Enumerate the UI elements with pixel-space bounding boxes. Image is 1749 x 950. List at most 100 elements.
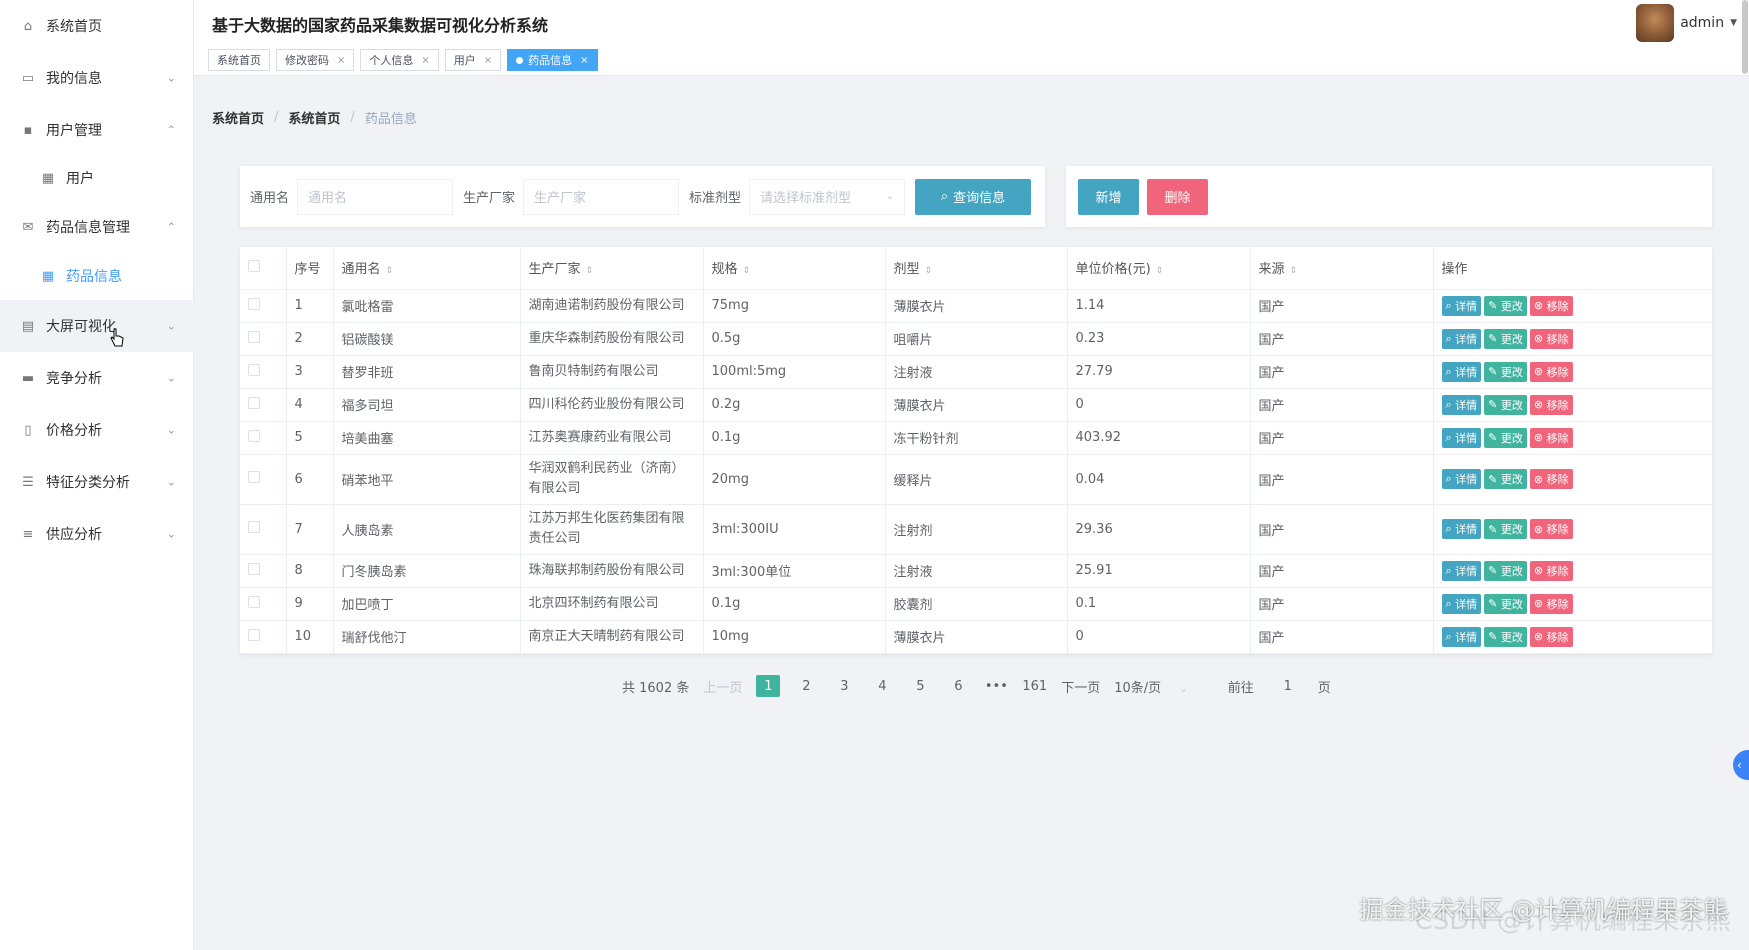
row-checkbox[interactable]	[248, 471, 260, 483]
table-row[interactable]: 10 瑞舒伐他汀 南京正大天晴制药有限公司 10mg 薄膜衣片 0 国产 ⌕ 详情 ✎ 更改 ⊗ …	[240, 620, 1712, 654]
query-button[interactable]: ⌕ 查询信息	[915, 178, 1032, 215]
page-number[interactable]: 5	[908, 675, 932, 697]
table-row[interactable]: 3 替罗非班 鲁南贝特制药有限公司 100ml:5mg 注射液 27.79 国产 ⌕ 详情 ✎ …	[240, 355, 1712, 389]
sort-icon[interactable]: ⇕	[386, 266, 394, 276]
form-select[interactable]: 请选择标准剂型 ⌄	[749, 178, 906, 215]
sort-icon[interactable]: ⇕	[925, 266, 933, 276]
breadcrumb-item[interactable]: 系统首页	[212, 108, 264, 127]
sidebar-item-big-screen[interactable]: ▤ 大屏可视化 ⌄	[0, 300, 194, 352]
sidebar-item-home[interactable]: ⌂ 系统首页	[0, 0, 194, 52]
row-checkbox[interactable]	[248, 330, 260, 343]
remove-button[interactable]: ⊗ 移除	[1529, 560, 1573, 581]
sidebar-item-supply[interactable]: ≡ 供应分析 ⌄	[0, 508, 194, 560]
page-number-last[interactable]: 161	[1022, 675, 1047, 697]
detail-button[interactable]: ⌕ 详情	[1441, 469, 1482, 489]
maker-input[interactable]: 生产厂家	[523, 178, 680, 215]
detail-button[interactable]: ⌕ 详情	[1441, 427, 1482, 448]
remove-button[interactable]: ⊗ 移除	[1529, 394, 1573, 415]
delete-button[interactable]: 删除	[1147, 178, 1208, 215]
tab-users[interactable]: 用户 ×	[444, 49, 502, 71]
scrollbar[interactable]	[1742, 0, 1748, 74]
table-row[interactable]: 2 铝碳酸镁 重庆华森制药股份有限公司 0.5g 咀嚼片 0.23 国产 ⌕ 详情 ✎ 更改 ⊗ …	[240, 322, 1712, 356]
sidebar-item-drug-management[interactable]: ✉ 药品信息管理 ⌃	[0, 201, 194, 253]
edit-button[interactable]: ✎ 更改	[1484, 328, 1527, 349]
edit-button[interactable]: ✎ 更改	[1484, 427, 1527, 448]
table-row[interactable]: 4 福多司坦 四川科伦药业股份有限公司 0.2g 薄膜衣片 0 国产 ⌕ 详情 ✎ 更改 ⊗ 移除	[240, 388, 1712, 422]
goto-page-input[interactable]: 1	[1268, 673, 1308, 699]
sort-icon[interactable]: ⇕	[1290, 266, 1298, 276]
next-page-button[interactable]: 下一页	[1061, 677, 1100, 696]
edit-button[interactable]: ✎ 更改	[1484, 519, 1527, 539]
remove-button[interactable]: ⊗ 移除	[1529, 295, 1573, 316]
page-number[interactable]: 1	[756, 675, 781, 697]
remove-button[interactable]: ⊗ 移除	[1529, 626, 1573, 647]
header-form[interactable]: 剂型 ⇕	[884, 247, 1067, 290]
tab-change-password[interactable]: 修改密码 ×	[276, 49, 355, 71]
edit-button[interactable]: ✎ 更改	[1484, 394, 1527, 415]
detail-button[interactable]: ⌕ 详情	[1441, 626, 1482, 647]
row-checkbox[interactable]	[248, 628, 260, 641]
header-spec[interactable]: 规格 ⇕	[702, 247, 885, 290]
sidebar-item-my-info[interactable]: ▭ 我的信息 ⌄	[0, 52, 194, 104]
edit-button[interactable]: ✎ 更改	[1484, 560, 1527, 581]
avatar[interactable]	[1636, 4, 1675, 42]
table-row[interactable]: 5 培美曲塞 江苏奥赛康药业有限公司 0.1g 冻干粉针剂 403.92 国产 ⌕ 详情 ✎ 更…	[240, 421, 1712, 455]
sidebar-item-user-management[interactable]: ▪ 用户管理 ⌃	[0, 104, 194, 156]
detail-button[interactable]: ⌕ 详情	[1441, 593, 1482, 614]
detail-button[interactable]: ⌕ 详情	[1441, 394, 1482, 415]
sidebar-item-drug-info[interactable]: ▦ 药品信息	[0, 250, 194, 302]
close-icon[interactable]: ×	[484, 55, 492, 66]
page-number[interactable]: 4	[870, 675, 894, 697]
header-price[interactable]: 单位价格(元) ⇕	[1066, 247, 1250, 290]
page-number[interactable]: 2	[794, 675, 818, 697]
remove-button[interactable]: ⊗ 移除	[1529, 593, 1573, 614]
row-checkbox[interactable]	[248, 396, 260, 409]
close-icon[interactable]: ×	[580, 55, 588, 66]
sidebar-item-price[interactable]: ▯ 价格分析 ⌄	[0, 404, 194, 456]
table-row[interactable]: 1 氯吡格雷 湖南迪诺制药股份有限公司 75mg 薄膜衣片 1.14 国产 ⌕ 详情 ✎ 更改 ⊗…	[240, 289, 1712, 323]
page-number[interactable]: 6	[946, 675, 970, 697]
edit-button[interactable]: ✎ 更改	[1484, 593, 1527, 614]
sort-icon[interactable]: ⇕	[743, 266, 751, 276]
edit-button[interactable]: ✎ 更改	[1484, 626, 1527, 647]
header-name[interactable]: 通用名 ⇕	[332, 247, 520, 290]
collapse-panel-button[interactable]: ‹	[1733, 750, 1749, 780]
remove-button[interactable]: ⊗ 移除	[1529, 469, 1573, 489]
edit-button[interactable]: ✎ 更改	[1484, 469, 1527, 489]
table-row[interactable]: 6 硝苯地平 华润双鹤利民药业（济南）有限公司 20mg 缓释片 0.04 国产 ⌕ 详情 ✎ …	[240, 454, 1712, 505]
more-pages-icon[interactable]: •••	[984, 675, 1008, 697]
tab-personal-info[interactable]: 个人信息 ×	[360, 49, 439, 71]
row-checkbox[interactable]	[248, 429, 260, 442]
page-number[interactable]: 3	[832, 675, 856, 697]
close-icon[interactable]: ×	[337, 55, 345, 66]
detail-button[interactable]: ⌕ 详情	[1441, 361, 1482, 382]
add-button[interactable]: 新增	[1078, 178, 1139, 215]
close-icon[interactable]: ×	[421, 55, 429, 66]
edit-button[interactable]: ✎ 更改	[1484, 361, 1527, 382]
sidebar-item-competition[interactable]: ▬ 竞争分析 ⌄	[0, 352, 194, 404]
sidebar-item-features[interactable]: ☰ 特征分类分析 ⌄	[0, 456, 194, 508]
detail-button[interactable]: ⌕ 详情	[1441, 519, 1482, 539]
row-checkbox[interactable]	[248, 595, 260, 608]
name-input[interactable]: 通用名	[297, 178, 454, 215]
row-checkbox[interactable]	[248, 562, 260, 575]
sidebar-item-users[interactable]: ▦ 用户	[0, 152, 194, 204]
row-checkbox[interactable]	[248, 297, 260, 310]
table-row[interactable]: 7 人胰岛素 江苏万邦生化医药集团有限责任公司 3ml:300IU 注射剂 29.36 国产…	[240, 504, 1712, 555]
sort-icon[interactable]: ⇕	[586, 266, 594, 276]
tab-drug-info[interactable]: 药品信息 ×	[507, 49, 598, 71]
detail-button[interactable]: ⌕ 详情	[1441, 560, 1482, 581]
sort-icon[interactable]: ⇕	[1156, 266, 1164, 276]
prev-page-button[interactable]: 上一页	[703, 677, 742, 696]
remove-button[interactable]: ⊗ 移除	[1529, 361, 1573, 382]
edit-button[interactable]: ✎ 更改	[1484, 295, 1527, 316]
header-maker[interactable]: 生产厂家 ⇕	[519, 247, 703, 290]
tab-home[interactable]: 系统首页	[208, 49, 270, 71]
detail-button[interactable]: ⌕ 详情	[1441, 295, 1482, 316]
table-row[interactable]: 9 加巴喷丁 北京四环制药有限公司 0.1g 胶囊剂 0.1 国产 ⌕ 详情 ✎ 更改 ⊗ 移除	[240, 587, 1712, 621]
header-source[interactable]: 来源 ⇕	[1249, 247, 1433, 290]
select-all-checkbox[interactable]	[248, 259, 260, 272]
table-row[interactable]: 8 门冬胰岛素 珠海联邦制药股份有限公司 3ml:300单位 注射液 25.91 国产 ⌕ 详…	[240, 554, 1712, 588]
row-checkbox[interactable]	[248, 521, 260, 533]
detail-button[interactable]: ⌕ 详情	[1441, 328, 1482, 349]
